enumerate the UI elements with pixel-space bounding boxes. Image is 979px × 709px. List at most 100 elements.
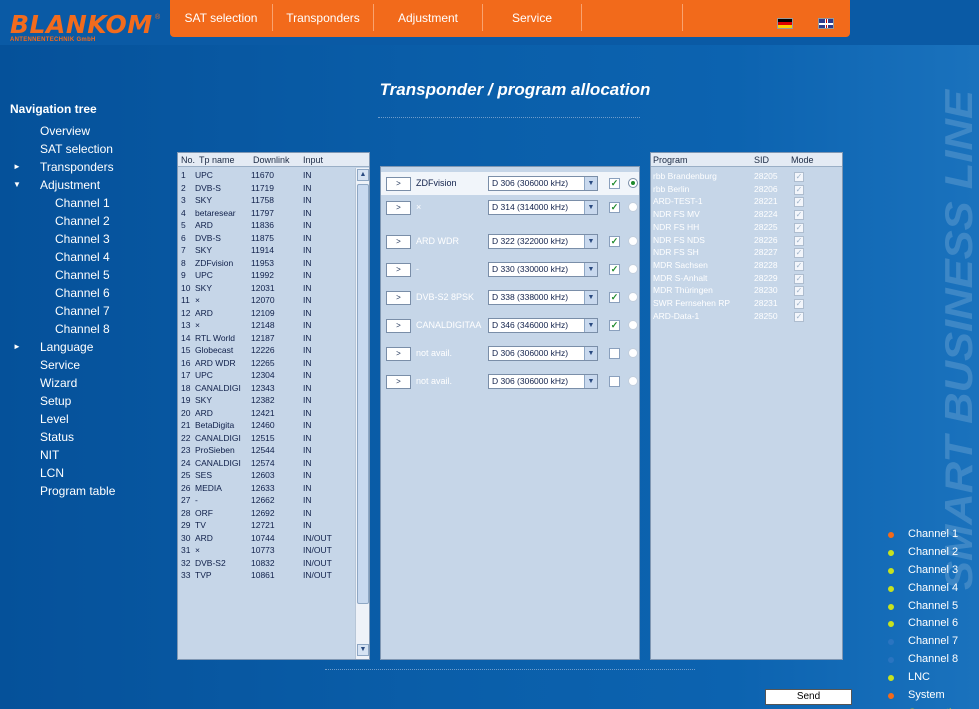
nav-item-channel-1[interactable]: Channel 1: [10, 194, 160, 212]
nav-item-service[interactable]: Service: [10, 356, 160, 374]
assign-button[interactable]: >: [386, 291, 411, 305]
mode-checkbox[interactable]: ✓: [794, 172, 804, 182]
program-row[interactable]: SWR Fernsehen RP 28231 ✓: [651, 297, 842, 310]
mode-checkbox[interactable]: ✓: [794, 235, 804, 246]
program-row[interactable]: rbb Berlin 28206 ✓: [651, 183, 842, 196]
table-row[interactable]: 16 ARD WDR 12265 IN: [178, 357, 354, 370]
assign-button[interactable]: >: [386, 177, 411, 191]
frequency-select[interactable]: D 306 (306000 kHz) ▼: [488, 346, 598, 361]
nav-item-channel-3[interactable]: Channel 3: [10, 230, 160, 248]
chevron-down-icon[interactable]: ▼: [584, 319, 597, 332]
nav-item-wizard[interactable]: Wizard: [10, 374, 160, 392]
table-row[interactable]: 7 SKY 11914 IN: [178, 244, 354, 257]
program-row[interactable]: ARD-TEST-1 28221 ✓: [651, 195, 842, 208]
table-row[interactable]: 27- 12662 IN: [178, 494, 354, 507]
table-row[interactable]: 12 ARD 12109 IN: [178, 307, 354, 320]
enable-checkbox[interactable]: ✓: [609, 202, 620, 213]
table-row[interactable]: 8 ZDFvision 11953 IN: [178, 257, 354, 270]
program-row[interactable]: NDR FS HH 28225 ✓: [651, 221, 842, 234]
mode-checkbox[interactable]: ✓: [794, 311, 804, 322]
mode-checkbox[interactable]: ✓: [794, 210, 804, 221]
scroll-up-icon[interactable]: ▲: [357, 169, 369, 181]
select-radio[interactable]: [628, 348, 638, 358]
table-row[interactable]: 1 UPC 11670 IN: [178, 169, 354, 182]
program-row[interactable]: rbb Brandenburg 28205 ✓: [651, 170, 842, 183]
chevron-down-icon[interactable]: ▼: [584, 263, 597, 276]
select-radio[interactable]: [628, 202, 638, 212]
nav-item-transponders[interactable]: ► Transponders: [10, 158, 160, 176]
table-row[interactable]: 23 ProSieben 12544 IN: [178, 444, 354, 457]
table-row[interactable]: 20 ARD 12421 IN: [178, 407, 354, 420]
nav-item-channel-7[interactable]: Channel 7: [10, 302, 160, 320]
table-row[interactable]: 30 ARD 10744 IN/OUT: [178, 532, 354, 545]
frequency-select[interactable]: D 306 (306000 kHz) ▼: [488, 374, 598, 389]
frequency-select[interactable]: D 322 (322000 kHz) ▼: [488, 234, 598, 249]
nav-item-language[interactable]: ► Language: [10, 338, 160, 356]
table-row[interactable]: 19 SKY 12382 IN: [178, 394, 354, 407]
program-row[interactable]: ARD-Data-1 28250 ✓: [651, 310, 842, 323]
english-flag-icon[interactable]: [818, 18, 834, 29]
table-row[interactable]: 31 × 10773 IN/OUT: [178, 544, 354, 557]
chevron-down-icon[interactable]: ▼: [584, 177, 597, 190]
nav-item-program-table[interactable]: Program table: [10, 482, 160, 500]
program-row[interactable]: MDR Sachsen 28228 ✓: [651, 259, 842, 272]
enable-checkbox[interactable]: ✓: [609, 320, 620, 331]
table-row[interactable]: 2 DVB-S 11719 IN: [178, 182, 354, 195]
table-row[interactable]: 24 CANALDIGI 12574 IN: [178, 457, 354, 470]
nav-item-nit[interactable]: NIT: [10, 446, 160, 464]
nav-item-level[interactable]: Level: [10, 410, 160, 428]
assign-button[interactable]: >: [386, 235, 411, 249]
nav-item-status[interactable]: Status: [10, 428, 160, 446]
frequency-select[interactable]: D 330 (330000 kHz) ▼: [488, 262, 598, 277]
table-row[interactable]: 15 Globecast 12226 IN: [178, 344, 354, 357]
table-row[interactable]: 21 BetaDigita 12460 IN: [178, 419, 354, 432]
nav-item-channel-6[interactable]: Channel 6: [10, 284, 160, 302]
table-row[interactable]: 3 SKY 11758 IN: [178, 194, 354, 207]
table-row[interactable]: 14 RTL World 12187 IN: [178, 332, 354, 345]
mode-checkbox[interactable]: ✓: [794, 184, 804, 195]
assign-button[interactable]: >: [386, 347, 411, 361]
table-row[interactable]: 29 TV 12721 IN: [178, 519, 354, 532]
enable-checkbox[interactable]: ✓: [609, 264, 620, 275]
mode-checkbox[interactable]: ✓: [794, 260, 804, 271]
mode-checkbox[interactable]: ✓: [794, 286, 804, 297]
chevron-down-icon[interactable]: ▼: [584, 375, 597, 388]
program-row[interactable]: NDR FS NDS 28226 ✓: [651, 234, 842, 247]
enable-checkbox[interactable]: ✓: [609, 236, 620, 247]
menu-transponders[interactable]: Transponders: [273, 0, 373, 37]
table-row[interactable]: 4 betaresear 11797 IN: [178, 207, 354, 220]
table-row[interactable]: 18 CANALDIGI 12343 IN: [178, 382, 354, 395]
table-row[interactable]: 33 TVP 10861 IN/OUT: [178, 569, 354, 582]
enable-checkbox[interactable]: ✓: [609, 178, 620, 189]
select-radio[interactable]: [628, 236, 638, 246]
chevron-down-icon[interactable]: ▼: [584, 235, 597, 248]
chevron-down-icon[interactable]: ▼: [584, 201, 597, 214]
program-row[interactable]: NDR FS MV 28224 ✓: [651, 208, 842, 221]
program-row[interactable]: MDR S-Anhalt 28229 ✓: [651, 272, 842, 285]
chevron-down-icon[interactable]: ▼: [584, 347, 597, 360]
table-row[interactable]: 5 ARD 11836 IN: [178, 219, 354, 232]
mode-checkbox[interactable]: ✓: [794, 248, 804, 259]
collapsed-arrow-icon[interactable]: ►: [13, 338, 23, 356]
select-radio[interactable]: [628, 292, 638, 302]
scroll-down-icon[interactable]: ▼: [357, 644, 369, 656]
enable-checkbox[interactable]: [609, 376, 620, 387]
nav-item-adjustment[interactable]: ▼ Adjustment: [10, 176, 160, 194]
table-row[interactable]: 32 DVB-S2 10832 IN/OUT: [178, 557, 354, 570]
german-flag-icon[interactable]: [777, 18, 793, 29]
transponder-scrollbar[interactable]: ▲ ▼: [355, 168, 369, 659]
nav-item-channel-5[interactable]: Channel 5: [10, 266, 160, 284]
assign-button[interactable]: >: [386, 375, 411, 389]
enable-checkbox[interactable]: ✓: [609, 292, 620, 303]
program-row[interactable]: MDR Thüringen 28230 ✓: [651, 284, 842, 297]
frequency-select[interactable]: D 314 (314000 kHz) ▼: [488, 200, 598, 215]
scroll-thumb[interactable]: [357, 184, 369, 604]
frequency-select[interactable]: D 306 (306000 kHz) ▼: [488, 176, 598, 191]
assign-button[interactable]: >: [386, 201, 411, 215]
table-row[interactable]: 6 DVB-S 11875 IN: [178, 232, 354, 245]
table-row[interactable]: 13 × 12148 IN: [178, 319, 354, 332]
menu-sat-selection[interactable]: SAT selection: [170, 0, 272, 37]
table-row[interactable]: 11 × 12070 IN: [178, 294, 354, 307]
nav-item-sat-selection[interactable]: SAT selection: [10, 140, 160, 158]
select-radio[interactable]: [628, 320, 638, 330]
